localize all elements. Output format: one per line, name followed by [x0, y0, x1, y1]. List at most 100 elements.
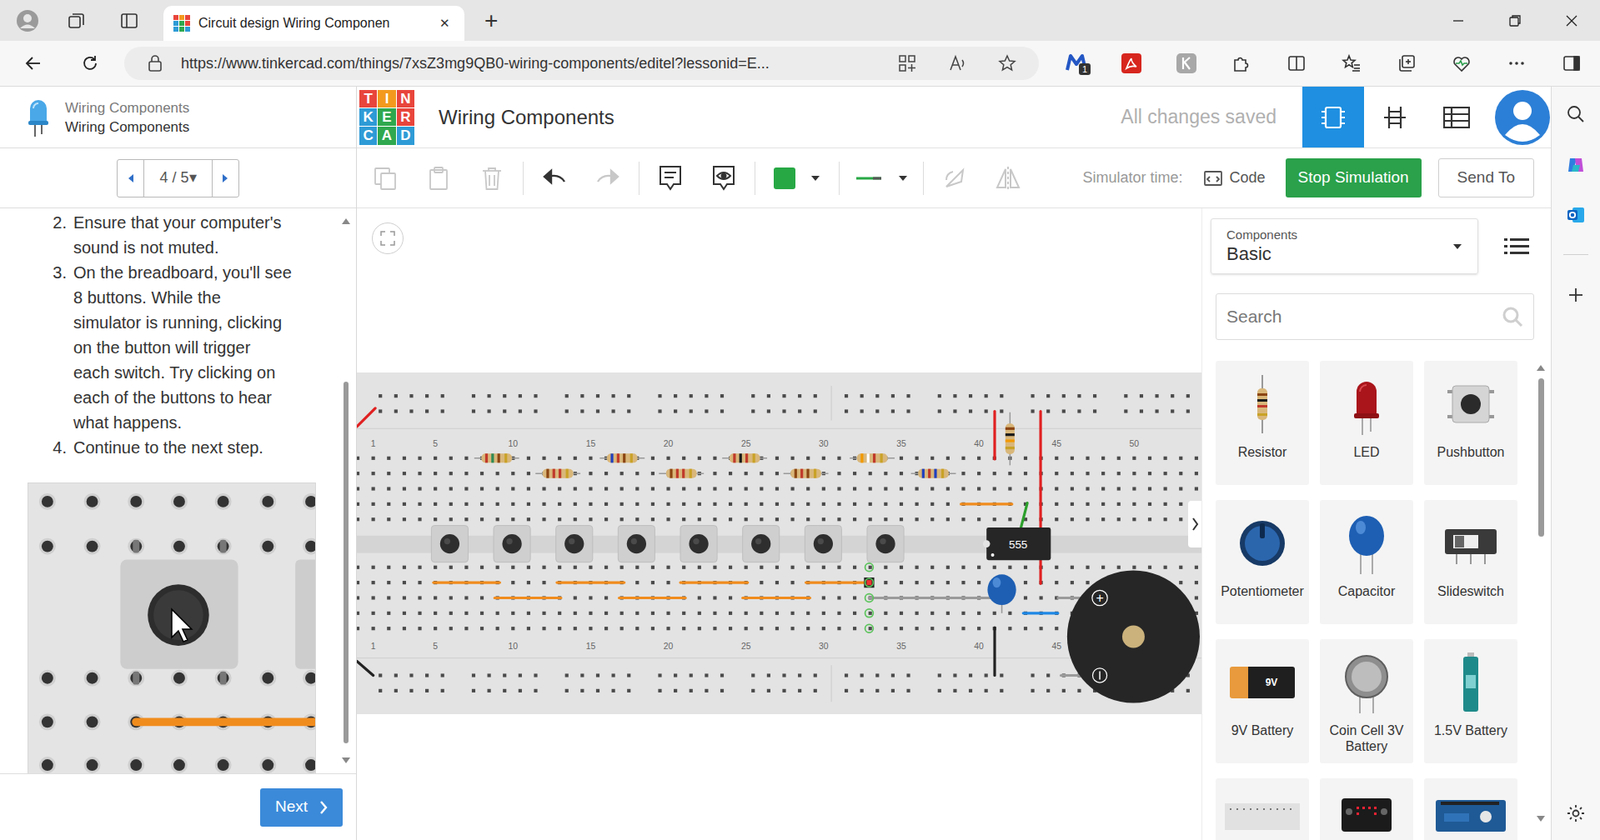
user-avatar[interactable] — [1494, 89, 1551, 146]
favorites-icon[interactable] — [1324, 53, 1380, 74]
wire[interactable] — [961, 502, 1013, 506]
notes-visibility-icon[interactable] — [697, 164, 751, 193]
pushbutton[interactable] — [556, 526, 593, 563]
pdf-icon[interactable] — [1103, 52, 1159, 75]
favorite-icon[interactable] — [982, 54, 1033, 73]
tinkercad-logo[interactable]: TINKERCAD — [359, 90, 415, 146]
wire[interactable] — [680, 581, 748, 585]
component-card[interactable]: Pushbutton — [1424, 361, 1518, 486]
previous-step-button[interactable] — [117, 160, 145, 197]
sidebar-toggle-icon[interactable] — [1544, 53, 1600, 74]
wire[interactable] — [742, 596, 811, 600]
wire[interactable] — [619, 596, 687, 600]
restore-icon[interactable] — [1486, 0, 1544, 41]
resistor[interactable] — [783, 469, 829, 479]
performance-icon[interactable] — [1434, 53, 1490, 74]
paste-icon[interactable] — [411, 165, 466, 192]
lock-icon[interactable] — [147, 54, 163, 73]
settings-gear-icon[interactable] — [1565, 803, 1586, 824]
next-button[interactable]: Next — [260, 788, 343, 828]
view-toggle[interactable] — [1425, 86, 1488, 148]
resistor[interactable] — [722, 453, 768, 463]
code-button[interactable]: Code — [1193, 160, 1276, 197]
component-search[interactable] — [1215, 293, 1535, 341]
wire[interactable] — [868, 596, 995, 600]
wire[interactable] — [556, 581, 625, 585]
notes-icon[interactable] — [643, 164, 698, 193]
flip-icon[interactable] — [981, 165, 1035, 192]
copy-icon[interactable] — [358, 165, 412, 192]
lesson-scrollbar[interactable] — [341, 216, 352, 766]
workspaces-icon[interactable] — [66, 10, 87, 31]
step-selector[interactable]: 4 / 5▾ — [144, 160, 211, 197]
component-card[interactable]: Resistor — [1215, 361, 1310, 486]
delete-icon[interactable] — [465, 165, 519, 192]
component-card[interactable] — [1215, 778, 1310, 840]
new-tab-button[interactable]: + — [481, 8, 502, 34]
search-icon[interactable] — [1565, 104, 1586, 125]
profile-icon[interactable] — [15, 8, 41, 34]
close-window-icon[interactable] — [1543, 0, 1600, 41]
wire[interactable] — [356, 661, 374, 676]
undo-icon[interactable] — [527, 166, 582, 191]
pushbutton[interactable] — [431, 526, 468, 563]
resistor[interactable] — [849, 453, 895, 463]
wire[interactable] — [1023, 611, 1059, 615]
wire[interactable] — [993, 411, 996, 461]
send-to-button[interactable]: Send To — [1438, 158, 1535, 198]
extension-gray-icon[interactable] — [1158, 52, 1214, 75]
workplane-canvas[interactable]: 1510152025303540455015101520253035404555… — [356, 208, 1202, 840]
design-title[interactable]: Wiring Components — [438, 102, 615, 133]
pushbutton[interactable] — [680, 526, 718, 563]
wire[interactable] — [993, 627, 996, 677]
components-scrollbar[interactable] — [1535, 363, 1546, 824]
component-card[interactable]: Capacitor — [1319, 500, 1414, 625]
wire[interactable] — [806, 581, 868, 585]
component-card[interactable]: Coin Cell 3V Battery — [1319, 639, 1414, 764]
rotate-icon[interactable] — [927, 165, 982, 192]
extensions-puzzle-icon[interactable] — [1213, 53, 1269, 74]
wire[interactable] — [1020, 503, 1029, 532]
resistor[interactable] — [911, 469, 957, 479]
led[interactable] — [863, 577, 874, 588]
outlook-icon[interactable] — [1565, 205, 1586, 226]
wire[interactable] — [494, 596, 562, 600]
wire-type-picker[interactable] — [843, 174, 919, 183]
component-card[interactable]: Potentiometer — [1215, 500, 1310, 625]
wire-color-swatch[interactable] — [773, 167, 796, 190]
fit-view-button[interactable] — [371, 222, 404, 255]
wire-color-picker[interactable] — [759, 167, 835, 190]
stop-simulation-button[interactable]: Stop Simulation — [1285, 158, 1422, 198]
search-input[interactable] — [1226, 303, 1502, 331]
wire[interactable] — [356, 408, 376, 427]
component-card[interactable]: 1.5V Battery — [1424, 639, 1518, 764]
component-category-dropdown[interactable]: Components Basic — [1210, 218, 1479, 275]
view-toggle[interactable] — [1364, 86, 1426, 148]
resistor[interactable] — [599, 453, 645, 463]
redo-icon[interactable] — [581, 166, 635, 191]
vertical-tabs-icon[interactable] — [119, 10, 140, 31]
pushbutton[interactable] — [742, 526, 780, 563]
url-field[interactable]: https://www.tinkercad.com/things/7xsZ3mg… — [124, 46, 1039, 81]
resistor[interactable] — [535, 469, 581, 479]
resistor[interactable] — [474, 453, 520, 463]
resistor[interactable] — [1005, 412, 1015, 467]
copilot-icon[interactable] — [1565, 155, 1586, 176]
pushbutton[interactable] — [867, 526, 904, 563]
collections-icon[interactable] — [1379, 53, 1435, 74]
wire[interactable] — [433, 581, 501, 585]
app-available-icon[interactable] — [882, 54, 933, 73]
pushbutton[interactable] — [804, 526, 842, 563]
list-view-icon[interactable] — [1504, 236, 1530, 257]
pushbutton[interactable] — [617, 526, 655, 563]
component-card[interactable] — [1424, 778, 1518, 840]
pushbutton[interactable] — [493, 526, 531, 563]
next-step-arrow[interactable] — [211, 160, 239, 197]
tab-close-button[interactable]: ✕ — [434, 14, 455, 34]
resistor[interactable] — [658, 469, 704, 479]
component-card[interactable]: Slideswitch — [1424, 500, 1518, 625]
split-screen-icon[interactable] — [1268, 53, 1325, 74]
extension-m-icon[interactable]: 1 — [1048, 46, 1104, 81]
collapse-panel-tab[interactable] — [1188, 501, 1202, 548]
view-toggle[interactable] — [1302, 86, 1365, 148]
